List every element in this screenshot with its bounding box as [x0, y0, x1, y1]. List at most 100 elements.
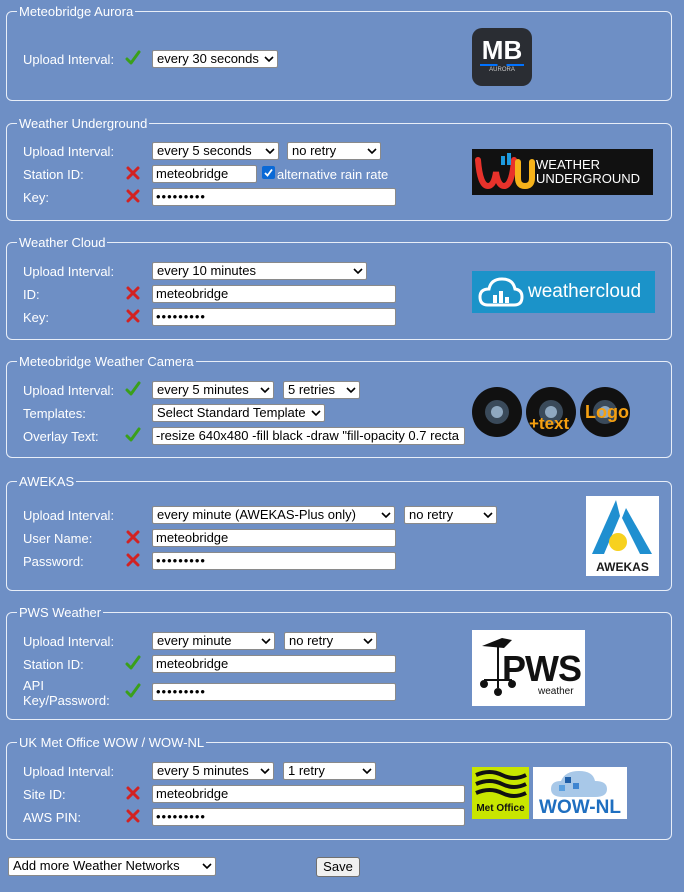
overlay-text-label: Overlay Text: — [23, 429, 99, 444]
logo-text: weathercloud — [528, 281, 642, 302]
section-title: UK Met Office WOW / WOW-NL — [17, 735, 207, 750]
camera-retry-select[interactable]: 5 retries — [283, 381, 360, 399]
chevron-down-icon — [367, 147, 377, 155]
station-id-label: Station ID: — [23, 657, 84, 672]
awekas-upload-interval-select[interactable]: every minute (AWEKAS-Plus only) — [152, 506, 395, 524]
logo-subtext: AURORA — [489, 67, 515, 73]
section-title: Weather Cloud — [17, 235, 108, 250]
met-office-logo: Met Office — [472, 767, 529, 819]
weathercloud-key-input[interactable]: ••••••••• — [152, 308, 396, 326]
cross-icon — [125, 808, 141, 824]
section-meteobridge-aurora: Meteobridge Aurora Upload Interval: ever… — [6, 4, 672, 101]
upload-interval-label: Upload Interval: — [23, 508, 115, 523]
wu-upload-interval-select[interactable]: every 5 seconds — [152, 142, 279, 160]
wu-mark-icon — [475, 153, 535, 190]
wu-key-input[interactable]: ••••••••• — [152, 188, 396, 206]
section-title: AWEKAS — [17, 474, 77, 489]
check-icon — [125, 427, 141, 443]
key-label: Key: — [23, 310, 50, 325]
wow-retry-select[interactable]: 1 retry — [283, 762, 376, 780]
logo-text-line1: WEATHER — [536, 157, 601, 172]
cross-icon — [125, 529, 141, 545]
section-title: Weather Underground — [17, 116, 150, 131]
save-button[interactable]: Save — [316, 857, 360, 877]
weather-underground-logo: WEATHER UNDERGROUND — [472, 149, 653, 195]
id-label: ID: — [23, 287, 40, 302]
awekas-retry-select[interactable]: no retry — [404, 506, 497, 524]
cross-icon — [125, 285, 141, 301]
logo-subtext: weather — [538, 686, 574, 697]
pws-upload-interval-select[interactable]: every minute — [152, 632, 275, 650]
upload-interval-label: Upload Interval: — [23, 52, 115, 67]
wu-retry-select[interactable]: no retry — [287, 142, 381, 160]
aurora-upload-interval-select[interactable]: every 30 seconds — [152, 50, 278, 68]
upload-interval-label: Upload Interval: — [23, 144, 115, 159]
pws-station-id-input[interactable]: meteobridge — [152, 655, 396, 673]
section-uk-met-office-wow: UK Met Office WOW / WOW-NL Upload Interv… — [6, 735, 672, 840]
check-icon — [125, 683, 141, 699]
cross-icon — [125, 308, 141, 324]
weathercloud-id-input[interactable]: meteobridge — [152, 285, 396, 303]
chevron-down-icon — [346, 386, 356, 394]
logo-text: Met Office — [476, 803, 525, 814]
aws-pin-label: AWS PIN: — [23, 810, 82, 825]
key-password-label: Key/Password: — [23, 693, 110, 708]
meteobridge-aurora-logo: MB AURORA — [472, 28, 532, 86]
wow-cloud-icon — [551, 771, 607, 797]
logo-text-label: Logo — [585, 402, 629, 422]
alternative-rain-rate-checkbox[interactable] — [262, 166, 275, 179]
check-icon — [125, 381, 141, 397]
weathercloud-upload-interval-select[interactable]: every 10 minutes — [152, 262, 367, 280]
wow-upload-interval-select[interactable]: every 5 minutes — [152, 762, 274, 780]
chevron-down-icon — [353, 267, 363, 275]
section-weather-cloud: Weather Cloud Upload Interval: every 10 … — [6, 235, 672, 340]
awekas-mark-icon — [592, 500, 652, 554]
camera-templates-select[interactable]: Select Standard Template — [152, 404, 325, 422]
station-id-label: Station ID: — [23, 167, 84, 182]
logo-text: WOW-NL — [539, 797, 621, 818]
check-icon — [125, 50, 141, 66]
pws-api-key-input[interactable]: ••••••••• — [152, 683, 396, 701]
cross-icon — [125, 188, 141, 204]
camera-overlay-text-input[interactable]: -resize 640x480 -fill black -draw "fill-… — [152, 427, 465, 445]
chevron-down-icon — [311, 409, 321, 417]
user-name-label: User Name: — [23, 531, 93, 546]
logo-text: MB — [481, 35, 523, 65]
chevron-down-icon — [260, 767, 270, 775]
cross-icon — [125, 165, 141, 181]
logo-text: AWEKAS — [596, 560, 649, 574]
chevron-down-icon — [261, 637, 271, 645]
wow-nl-logo: WOW-NL — [533, 767, 627, 819]
awekas-user-name-input[interactable]: meteobridge — [152, 529, 396, 547]
pws-weather-logo: PWS weather — [472, 630, 585, 706]
awekas-password-input[interactable]: ••••••••• — [152, 552, 396, 570]
section-pws-weather: PWS Weather Upload Interval: every minut… — [6, 605, 672, 720]
camera-icons-logo: +text Logo — [472, 386, 632, 438]
camera-upload-interval-select[interactable]: every 5 minutes — [152, 381, 274, 399]
templates-label: Templates: — [23, 406, 86, 421]
cloud-icon — [478, 277, 524, 307]
wow-site-id-input[interactable]: meteobridge — [152, 785, 465, 803]
section-weather-camera: Meteobridge Weather Camera Upload Interv… — [6, 354, 672, 458]
chevron-down-icon — [381, 511, 391, 519]
password-label: Password: — [23, 554, 84, 569]
checkmark-icon — [264, 168, 273, 177]
wow-aws-pin-input[interactable]: ••••••••• — [152, 808, 465, 826]
api-label: API — [23, 678, 44, 693]
alternative-rain-rate-label: alternative rain rate — [277, 167, 389, 182]
weathercloud-logo: weathercloud — [472, 271, 655, 313]
wu-station-id-input[interactable]: meteobridge — [152, 165, 257, 183]
wave-lines-icon — [475, 770, 527, 798]
add-weather-networks-select[interactable]: Add more Weather Networks — [8, 857, 216, 876]
logo-text: PWS — [502, 648, 582, 689]
section-title: Meteobridge Aurora — [17, 4, 136, 19]
chevron-down-icon — [260, 386, 270, 394]
upload-interval-label: Upload Interval: — [23, 634, 115, 649]
section-weather-underground: Weather Underground Upload Interval: eve… — [6, 116, 672, 221]
chevron-down-icon — [363, 637, 373, 645]
key-label: Key: — [23, 190, 50, 205]
pws-retry-select[interactable]: no retry — [284, 632, 377, 650]
plus-text-label: +text — [529, 414, 570, 433]
chevron-down-icon — [202, 862, 212, 870]
chevron-down-icon — [362, 767, 372, 775]
